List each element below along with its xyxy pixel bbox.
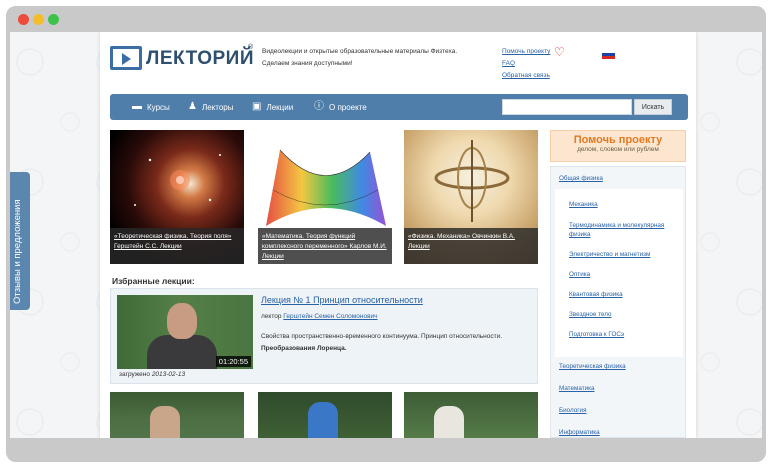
help-project-link[interactable]: Помочь проекту (502, 46, 582, 58)
person-icon: ♟ (188, 101, 197, 112)
nav-item-courses[interactable]: ▬ Курсы (132, 94, 170, 120)
category-optics[interactable]: Оптика (569, 271, 590, 278)
lecturer-figure (150, 406, 180, 438)
nav-item-about[interactable]: ⓘ О проекте (314, 94, 367, 120)
info-icon: ⓘ (314, 101, 324, 112)
lecture-title-link[interactable]: Лекция № 1 Принцип относительности (261, 295, 423, 305)
favorite-lecture-card: 01:20:55 загружено 2013-02-13 Лекция № 1… (110, 288, 538, 384)
lecturer-link[interactable]: Герштейн Семен Соломонович (283, 313, 377, 320)
upload-label: загружено (119, 371, 150, 378)
category-informatics[interactable]: Информатика (559, 429, 600, 436)
featured-caption-2: «Математика. Теория функций комплексного… (258, 228, 392, 264)
tagline-line2: Сделаем знания доступными! (262, 60, 353, 67)
nav-item-lectures-label: Лекции (266, 102, 294, 112)
help-banner-subtitle: делом, словом или рублем (577, 146, 659, 153)
title-bar (6, 6, 766, 32)
lecturer-head (167, 303, 197, 339)
category-mathematics[interactable]: Математика (559, 385, 595, 392)
window-bottom-bar (6, 438, 766, 462)
category-thermodynamics[interactable]: Термодинамика и молекулярная физика (569, 221, 677, 239)
lecture-description: Свойства пространственно-временного конт… (261, 331, 531, 355)
nav-item-lectures[interactable]: ▣ Лекции (252, 94, 293, 120)
nav-item-courses-label: Курсы (147, 102, 170, 112)
feedback-side-tab-label: Отзывы и предложения (12, 199, 23, 304)
logo-text: ЛЕКТОРИЙ (146, 48, 254, 69)
complex-surface-image (266, 149, 386, 226)
browser-window: Отзывы и предложения ЛЕКТОРИЙ ® Видеолек… (6, 6, 766, 462)
monitor-icon: ▬ (132, 101, 142, 112)
lecture-thumbnail-2[interactable] (110, 392, 244, 438)
russian-flag-icon[interactable] (602, 50, 615, 59)
lecture-description-line1: Свойства пространственно-временного конт… (261, 333, 503, 340)
nebula-image (134, 154, 221, 206)
help-project-banner[interactable]: Помочь проекту делом, словом или рублем (550, 130, 686, 162)
maximize-window-button[interactable] (48, 14, 59, 25)
lecturer-label: лектор (261, 313, 282, 320)
category-exam-prep[interactable]: Подготовка к ГОСэ (569, 331, 624, 338)
tagline-line1: Видеолекции и открытые образовательные м… (262, 48, 458, 55)
feedback-side-tab[interactable]: Отзывы и предложения (10, 172, 30, 310)
upload-date: 2013-02-13 (151, 371, 186, 378)
category-biology[interactable]: Биология (559, 407, 586, 414)
site-tagline: Видеолекции и открытые образовательные м… (262, 46, 502, 70)
favorites-title: Избранные лекции: (112, 276, 195, 286)
lecture-upload-date: загружено 2013-02-13 (119, 371, 185, 378)
main-nav: ▬ Курсы ♟ Лекторы ▣ Лекции ⓘ О проекте И… (110, 94, 688, 120)
lecturer-body (147, 335, 217, 369)
featured-caption-1: «Теоретическая физика. Теория поля» Герш… (110, 228, 244, 264)
gyroscope-image (434, 140, 510, 222)
nav-item-lecturers-label: Лекторы (201, 102, 234, 112)
logo-registered-mark: ® (248, 44, 254, 51)
category-theoretical-physics[interactable]: Теоретическая физика (559, 363, 626, 370)
category-general-physics[interactable]: Общая физика (559, 175, 603, 182)
nav-item-lecturers[interactable]: ♟ Лекторы (188, 94, 233, 120)
category-mechanics[interactable]: Механика (569, 201, 598, 208)
header-links: Помочь проекту FAQ Обратная связь (502, 46, 582, 82)
category-electricity[interactable]: Электричество и магнетизм (569, 251, 650, 258)
faq-link[interactable]: FAQ (502, 58, 582, 70)
lecture-duration: 01:20:55 (215, 356, 251, 367)
play-logo-icon (110, 46, 142, 70)
category-list: Общая физика Механика Термодинамика и мо… (550, 166, 686, 438)
minimize-window-button[interactable] (33, 14, 44, 25)
lecture-thumbnail[interactable]: 01:20:55 (117, 295, 253, 369)
video-icon: ▣ (252, 101, 262, 112)
search-button[interactable]: Искать (634, 99, 672, 115)
lecture-thumbnail-4[interactable] (404, 392, 538, 438)
featured-course-theoretical-physics[interactable]: «Теоретическая физика. Теория поля» Герш… (110, 130, 244, 264)
category-quantum[interactable]: Квантовая физика (569, 291, 623, 298)
featured-course-math[interactable]: «Математика. Теория функций комплексного… (258, 130, 392, 264)
heart-icon: ♡ (554, 45, 565, 59)
nav-item-about-label: О проекте (329, 102, 367, 112)
lecturer-figure (308, 402, 338, 438)
featured-course-mechanics[interactable]: «Физика. Механика» Овчинкин В.А. Лекции (404, 130, 538, 264)
page-viewport: Отзывы и предложения ЛЕКТОРИЙ ® Видеолек… (10, 32, 762, 438)
lecture-lecturer: лектор Герштейн Семен Соломонович (261, 313, 378, 320)
right-sidebar: Помочь проекту делом, словом или рублем … (550, 130, 686, 438)
search-input[interactable] (502, 99, 632, 115)
lecture-description-line2: Преобразования Лоренца. (261, 345, 347, 352)
lecture-thumbnail-3[interactable] (258, 392, 392, 438)
help-banner-title: Помочь проекту (573, 134, 663, 146)
featured-caption-3: «Физика. Механика» Овчинкин В.А. Лекции (404, 228, 538, 264)
page-content: ЛЕКТОРИЙ ® Видеолекции и открытые образо… (100, 32, 696, 438)
feedback-link[interactable]: Обратная связь (502, 70, 582, 82)
lecturer-figure (434, 406, 464, 438)
category-stellar[interactable]: Звездное тело (569, 311, 611, 318)
close-window-button[interactable] (18, 14, 29, 25)
flag-stripe-red (602, 56, 615, 59)
